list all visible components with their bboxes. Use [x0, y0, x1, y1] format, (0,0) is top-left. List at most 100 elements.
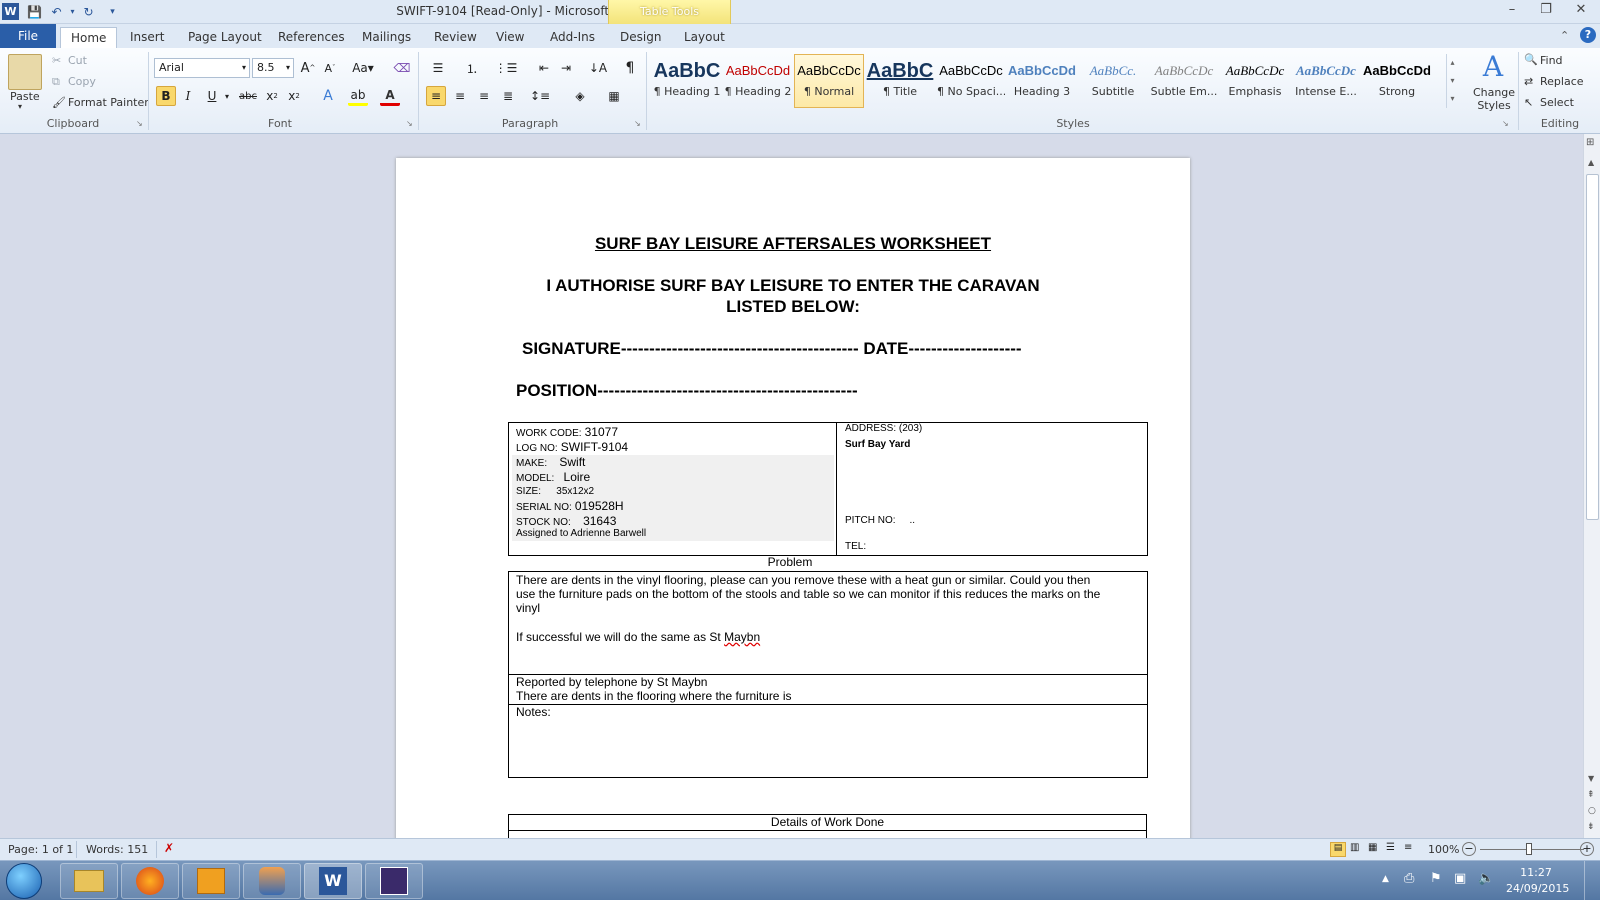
- close-icon[interactable]: ✕: [1566, 2, 1596, 20]
- borders-icon[interactable]: ▦: [604, 86, 624, 106]
- tab-references[interactable]: References: [268, 27, 355, 48]
- taskbar-word-icon[interactable]: W: [304, 863, 362, 899]
- taskbar-app-icon[interactable]: [365, 863, 423, 899]
- taskbar-explorer-icon[interactable]: [60, 863, 118, 899]
- paragraph-launcher-icon[interactable]: ↘: [634, 119, 641, 128]
- style-heading-3[interactable]: AaBbCcDd Heading 3: [1007, 54, 1077, 108]
- style-normal[interactable]: AaBbCcDc ¶ Normal: [794, 54, 864, 108]
- align-left-button[interactable]: ≡: [426, 86, 446, 106]
- cut-icon[interactable]: ✂: [52, 54, 61, 67]
- tab-mailings[interactable]: Mailings: [352, 27, 421, 48]
- select-icon[interactable]: ↖: [1524, 96, 1533, 109]
- change-styles-icon[interactable]: A: [1472, 50, 1514, 83]
- text-effects-icon[interactable]: A: [318, 86, 338, 106]
- scroll-down-icon[interactable]: ▼: [1588, 774, 1594, 783]
- underline-dropdown-icon[interactable]: ▾: [222, 86, 232, 106]
- action-center-icon[interactable]: ⚑: [1430, 871, 1442, 886]
- document-area[interactable]: SURF BAY LEISURE AFTERSALES WORKSHEET I …: [0, 134, 1583, 838]
- network-icon[interactable]: ▣: [1454, 871, 1466, 886]
- change-styles-button[interactable]: Change Styles: [1466, 86, 1522, 112]
- font-launcher-icon[interactable]: ↘: [406, 119, 413, 128]
- style-title[interactable]: AaBbC ¶ Title: [865, 54, 935, 108]
- font-name-combo[interactable]: Arial ▾: [154, 58, 250, 78]
- clipboard-launcher-icon[interactable]: ↘: [136, 119, 143, 128]
- show-desktop-button[interactable]: [1584, 861, 1600, 900]
- clock-time[interactable]: 11:27: [1506, 866, 1566, 879]
- sort-icon[interactable]: ↓A: [588, 58, 608, 78]
- zoom-slider-thumb[interactable]: [1526, 843, 1532, 855]
- taskbar-users-icon[interactable]: [243, 863, 301, 899]
- scroll-thumb[interactable]: [1586, 174, 1599, 520]
- bold-button[interactable]: B: [156, 86, 176, 106]
- style-emphasis[interactable]: AaBbCcDc Emphasis: [1220, 54, 1290, 108]
- zoom-in-icon[interactable]: +: [1580, 842, 1594, 856]
- clock-date[interactable]: 24/09/2015: [1506, 882, 1569, 895]
- subscript-button[interactable]: x2: [262, 86, 282, 106]
- proofing-icon[interactable]: ✗: [164, 841, 174, 855]
- multilevel-list-icon[interactable]: ⋮☰: [495, 58, 518, 78]
- line-spacing-icon[interactable]: ↕≡: [530, 86, 550, 106]
- draft-icon[interactable]: ≡: [1404, 842, 1412, 853]
- tab-home[interactable]: Home: [60, 27, 118, 48]
- style-heading-2[interactable]: AaBbCcDd ¶ Heading 2: [723, 54, 793, 108]
- style-intense-e[interactable]: AaBbCcDc Intense E...: [1291, 54, 1361, 108]
- style-strong[interactable]: AaBbCcDd Strong: [1362, 54, 1432, 108]
- scroll-up-icon[interactable]: ▲: [1588, 158, 1594, 167]
- font-size-combo[interactable]: 8.5 ▾: [252, 58, 294, 78]
- shading-icon[interactable]: ◈: [570, 86, 590, 106]
- italic-button[interactable]: I: [178, 86, 198, 106]
- tab-view[interactable]: View: [486, 27, 534, 48]
- word-count[interactable]: Words: 151: [86, 843, 148, 856]
- document-page[interactable]: SURF BAY LEISURE AFTERSALES WORKSHEET I …: [396, 158, 1190, 838]
- shrink-font-icon[interactable]: Aˇ: [320, 58, 340, 78]
- tab-design[interactable]: Design: [610, 27, 671, 48]
- volume-icon[interactable]: 🔈: [1478, 871, 1494, 886]
- styles-scroll[interactable]: ▴ ▾ ▾: [1446, 54, 1458, 108]
- align-center-button[interactable]: ≡: [450, 86, 470, 106]
- minimize-ribbon-icon[interactable]: ⌃: [1560, 29, 1569, 42]
- zoom-slider[interactable]: [1480, 849, 1584, 850]
- select-button[interactable]: Select: [1540, 96, 1574, 109]
- bullets-icon[interactable]: ☰: [428, 58, 448, 78]
- increase-indent-icon[interactable]: ⇥: [556, 58, 576, 78]
- copy-button[interactable]: Copy: [68, 75, 96, 88]
- taskbar-outlook-icon[interactable]: [182, 863, 240, 899]
- tab-review[interactable]: Review: [424, 27, 487, 48]
- styles-launcher-icon[interactable]: ↘: [1502, 119, 1509, 128]
- tab-layout[interactable]: Layout: [674, 27, 735, 48]
- show-formatting-icon[interactable]: ¶: [620, 58, 640, 78]
- print-layout-icon[interactable]: ▤: [1330, 842, 1346, 857]
- previous-page-icon[interactable]: ⇞: [1587, 790, 1595, 800]
- tab-file[interactable]: File: [0, 24, 56, 48]
- web-layout-icon[interactable]: ▦: [1368, 842, 1377, 853]
- show-hidden-icons-icon[interactable]: ▲: [1382, 874, 1389, 884]
- find-icon[interactable]: 🔍: [1524, 53, 1538, 66]
- align-right-button[interactable]: ≡: [474, 86, 494, 106]
- printer-tray-icon[interactable]: ⎙: [1404, 871, 1414, 886]
- grow-font-icon[interactable]: A ^: [298, 58, 318, 78]
- full-screen-reading-icon[interactable]: ▥: [1350, 842, 1359, 853]
- cut-button[interactable]: Cut: [68, 54, 87, 67]
- restore-icon[interactable]: ❐: [1531, 2, 1561, 20]
- decrease-indent-icon[interactable]: ⇤: [534, 58, 554, 78]
- tab-page-layout[interactable]: Page Layout: [178, 27, 272, 48]
- minimize-icon[interactable]: –: [1497, 2, 1527, 20]
- zoom-out-icon[interactable]: −: [1462, 842, 1476, 856]
- font-color-icon[interactable]: A: [380, 86, 400, 106]
- clear-formatting-icon[interactable]: ⌫: [392, 58, 412, 78]
- help-icon[interactable]: ?: [1580, 27, 1596, 43]
- strikethrough-button[interactable]: abc: [238, 86, 258, 106]
- copy-icon[interactable]: ⧉: [52, 75, 60, 89]
- style-subtle-em[interactable]: AaBbCcDc Subtle Em...: [1149, 54, 1219, 108]
- taskbar-firefox-icon[interactable]: [121, 863, 179, 899]
- superscript-button[interactable]: x2: [284, 86, 304, 106]
- justify-button[interactable]: ≣: [498, 86, 518, 106]
- browse-object-icon[interactable]: ○: [1588, 806, 1596, 816]
- replace-icon[interactable]: ⇄: [1524, 75, 1533, 88]
- format-painter-button[interactable]: Format Painter: [68, 96, 149, 109]
- vertical-scrollbar[interactable]: ⊞ ▲ ▼ ⇞ ○ ⇟: [1583, 134, 1600, 838]
- next-page-icon[interactable]: ⇟: [1587, 822, 1595, 832]
- start-button-icon[interactable]: [6, 863, 42, 899]
- style-subtitle[interactable]: AaBbCc. Subtitle: [1078, 54, 1148, 108]
- style-heading-1[interactable]: AaBbC ¶ Heading 1: [652, 54, 722, 108]
